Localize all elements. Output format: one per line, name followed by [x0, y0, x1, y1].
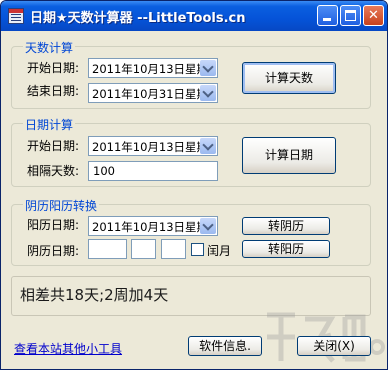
chevron-down-icon: [202, 219, 214, 231]
date-start-date-picker[interactable]: 2011年10月13日星期: [88, 136, 218, 156]
window-title: 日期★天数计算器 --LittleTools.cn: [30, 11, 246, 26]
lunar-date-label: 阴历日期:: [27, 244, 80, 258]
solar-date-value: 2011年10月13日星期: [92, 220, 200, 234]
date-calc-title: 日期计算: [23, 116, 76, 133]
solar-date-label: 阳历日期:: [27, 218, 80, 232]
date-calc-group: 日期计算 开始日期: 2011年10月13日星期 相隔天数: 100 计算日期: [11, 116, 371, 187]
app-window: 日期★天数计算器 --LittleTools.cn ✕ 天数计算 开始日期: 2…: [0, 0, 388, 370]
date-start-dropdown-button[interactable]: [200, 138, 216, 154]
days-end-date-picker[interactable]: 2011年10月31日星期: [88, 83, 218, 103]
days-end-date-value: 2011年10月31日星期: [92, 87, 200, 101]
close-icon: ✕: [368, 8, 379, 23]
close-button[interactable]: 关闭(X): [297, 336, 371, 356]
date-start-label: 开始日期:: [27, 139, 80, 153]
solar-date-picker[interactable]: 2011年10月13日星期: [88, 216, 218, 236]
app-calendar-icon: [8, 8, 24, 24]
lunar-month-input[interactable]: [131, 239, 156, 259]
minimize-button[interactable]: [317, 5, 338, 26]
maximize-button[interactable]: [340, 5, 361, 26]
to-solar-button[interactable]: 转阳历: [242, 240, 330, 258]
interval-days-value: 100: [93, 164, 115, 178]
minimize-icon: [323, 18, 331, 21]
interval-days-label: 相隔天数:: [27, 164, 80, 178]
lunar-convert-title: 阴历阳历转换: [23, 197, 100, 214]
days-start-label: 开始日期:: [27, 61, 80, 75]
result-text: 相差共18天;2周加4天: [20, 286, 169, 304]
title-bar[interactable]: 日期★天数计算器 --LittleTools.cn ✕: [1, 1, 387, 31]
days-calc-title: 天数计算: [23, 39, 76, 56]
days-start-date-picker[interactable]: 2011年10月13日星期: [88, 58, 218, 78]
chevron-down-icon: [202, 61, 214, 73]
days-end-label: 结束日期:: [27, 84, 80, 98]
solar-dropdown-button[interactable]: [200, 218, 216, 234]
maximize-icon: [345, 10, 356, 21]
lunar-day-input[interactable]: [161, 239, 186, 259]
lunar-year-input[interactable]: [88, 239, 127, 259]
lunar-convert-group: 阴历阳历转换 阳历日期: 2011年10月13日星期 转阴历 阴历日期: 闰月 …: [11, 197, 371, 266]
days-calc-group: 天数计算 开始日期: 2011年10月13日星期 结束日期: 2011年10月3…: [11, 39, 371, 109]
days-start-dropdown-button[interactable]: [200, 60, 216, 76]
calc-date-button[interactable]: 计算日期: [242, 137, 336, 174]
chevron-down-icon: [202, 139, 214, 151]
calc-days-button[interactable]: 计算天数: [242, 62, 336, 94]
software-info-button[interactable]: 软件信息.: [188, 336, 262, 356]
more-tools-link[interactable]: 查看本站其他小工具: [14, 340, 122, 357]
to-lunar-button[interactable]: 转阴历: [242, 217, 330, 235]
days-start-date-value: 2011年10月13日星期: [92, 62, 200, 76]
leap-month-checkbox[interactable]: [191, 243, 204, 256]
date-start-date-value: 2011年10月13日星期: [92, 140, 200, 154]
leap-month-label: 闰月: [207, 244, 232, 258]
chevron-down-icon: [202, 86, 214, 98]
interval-days-input[interactable]: 100: [88, 161, 218, 181]
days-end-dropdown-button[interactable]: [200, 85, 216, 101]
close-window-button[interactable]: ✕: [363, 5, 384, 26]
